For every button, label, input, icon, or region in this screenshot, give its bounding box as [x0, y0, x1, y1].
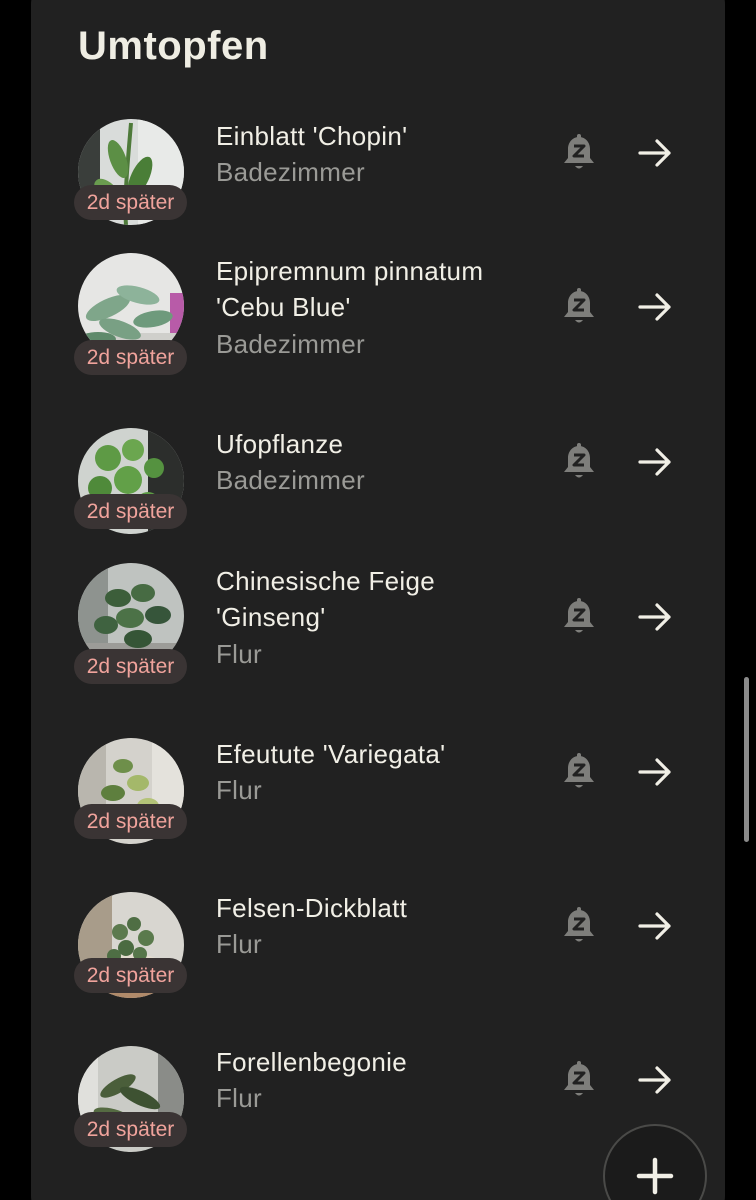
snooze-button[interactable] [557, 904, 601, 948]
plant-name: Einblatt 'Chopin' [216, 121, 408, 151]
open-plant-button[interactable] [633, 595, 677, 639]
plant-name: Chinesische Feige 'Ginseng' [216, 566, 435, 632]
open-plant-button[interactable] [633, 904, 677, 948]
plant-room: Badezimmer [216, 465, 365, 495]
open-plant-button[interactable] [633, 131, 677, 175]
snooze-bell-icon [564, 598, 594, 633]
plus-icon [636, 1157, 674, 1195]
plant-room: Flur [216, 639, 262, 669]
arrow-right-icon [638, 448, 671, 476]
plant-room: Flur [216, 1083, 262, 1113]
arrow-right-icon [638, 912, 671, 940]
plant-name: Felsen-Dickblatt [216, 893, 408, 923]
due-badge: 2d später [74, 494, 187, 529]
open-plant-button[interactable] [633, 1058, 677, 1102]
plant-room: Flur [216, 775, 262, 805]
due-badge: 2d später [74, 185, 187, 220]
snooze-button[interactable] [557, 440, 601, 484]
snooze-button[interactable] [557, 750, 601, 794]
arrow-right-icon [638, 758, 671, 786]
plant-room: Badezimmer [216, 157, 365, 187]
snooze-bell-icon [564, 443, 594, 478]
arrow-right-icon [638, 603, 671, 631]
due-badge: 2d später [74, 804, 187, 839]
due-badge: 2d später [74, 340, 187, 375]
snooze-bell-icon [564, 288, 594, 323]
arrow-right-icon [638, 293, 671, 321]
plant-row[interactable]: 2d später Epipremnum pinnatum 'Cebu Blue… [31, 248, 725, 398]
snooze-bell-icon [564, 1061, 594, 1096]
plant-row[interactable]: 2d später Efeutute 'Variegata' Flur [31, 733, 725, 883]
snooze-button[interactable] [557, 1058, 601, 1102]
due-badge: 2d später [74, 649, 187, 684]
plant-room: Badezimmer [216, 329, 365, 359]
open-plant-button[interactable] [633, 440, 677, 484]
open-plant-button[interactable] [633, 285, 677, 329]
plant-row[interactable]: 2d später Einblatt 'Chopin' Badezimmer [31, 114, 725, 264]
snooze-button[interactable] [557, 285, 601, 329]
snooze-bell-icon [564, 907, 594, 942]
plant-name: Epipremnum pinnatum 'Cebu Blue' [216, 256, 484, 322]
plant-name: Efeutute 'Variegata' [216, 739, 446, 769]
repot-card: Umtopfen 2d später Einblatt 'Chopin' Bad… [31, 0, 725, 1200]
due-badge: 2d später [74, 958, 187, 993]
snooze-button[interactable] [557, 595, 601, 639]
plant-row[interactable]: 2d später Ufopflanze Badezimmer [31, 423, 725, 573]
plant-row[interactable]: 2d später Chinesische Feige 'Ginseng' Fl… [31, 558, 725, 708]
scrollbar-thumb[interactable] [744, 677, 749, 842]
open-plant-button[interactable] [633, 750, 677, 794]
snooze-button[interactable] [557, 131, 601, 175]
plant-room: Flur [216, 929, 262, 959]
arrow-right-icon [638, 139, 671, 167]
section-title: Umtopfen [78, 24, 269, 68]
plant-name: Ufopflanze [216, 429, 344, 459]
due-badge: 2d später [74, 1112, 187, 1147]
arrow-right-icon [638, 1066, 671, 1094]
snooze-bell-icon [564, 134, 594, 169]
plant-name: Forellenbegonie [216, 1047, 407, 1077]
plant-row[interactable]: 2d später Felsen-Dickblatt Flur [31, 887, 725, 1037]
snooze-bell-icon [564, 753, 594, 788]
